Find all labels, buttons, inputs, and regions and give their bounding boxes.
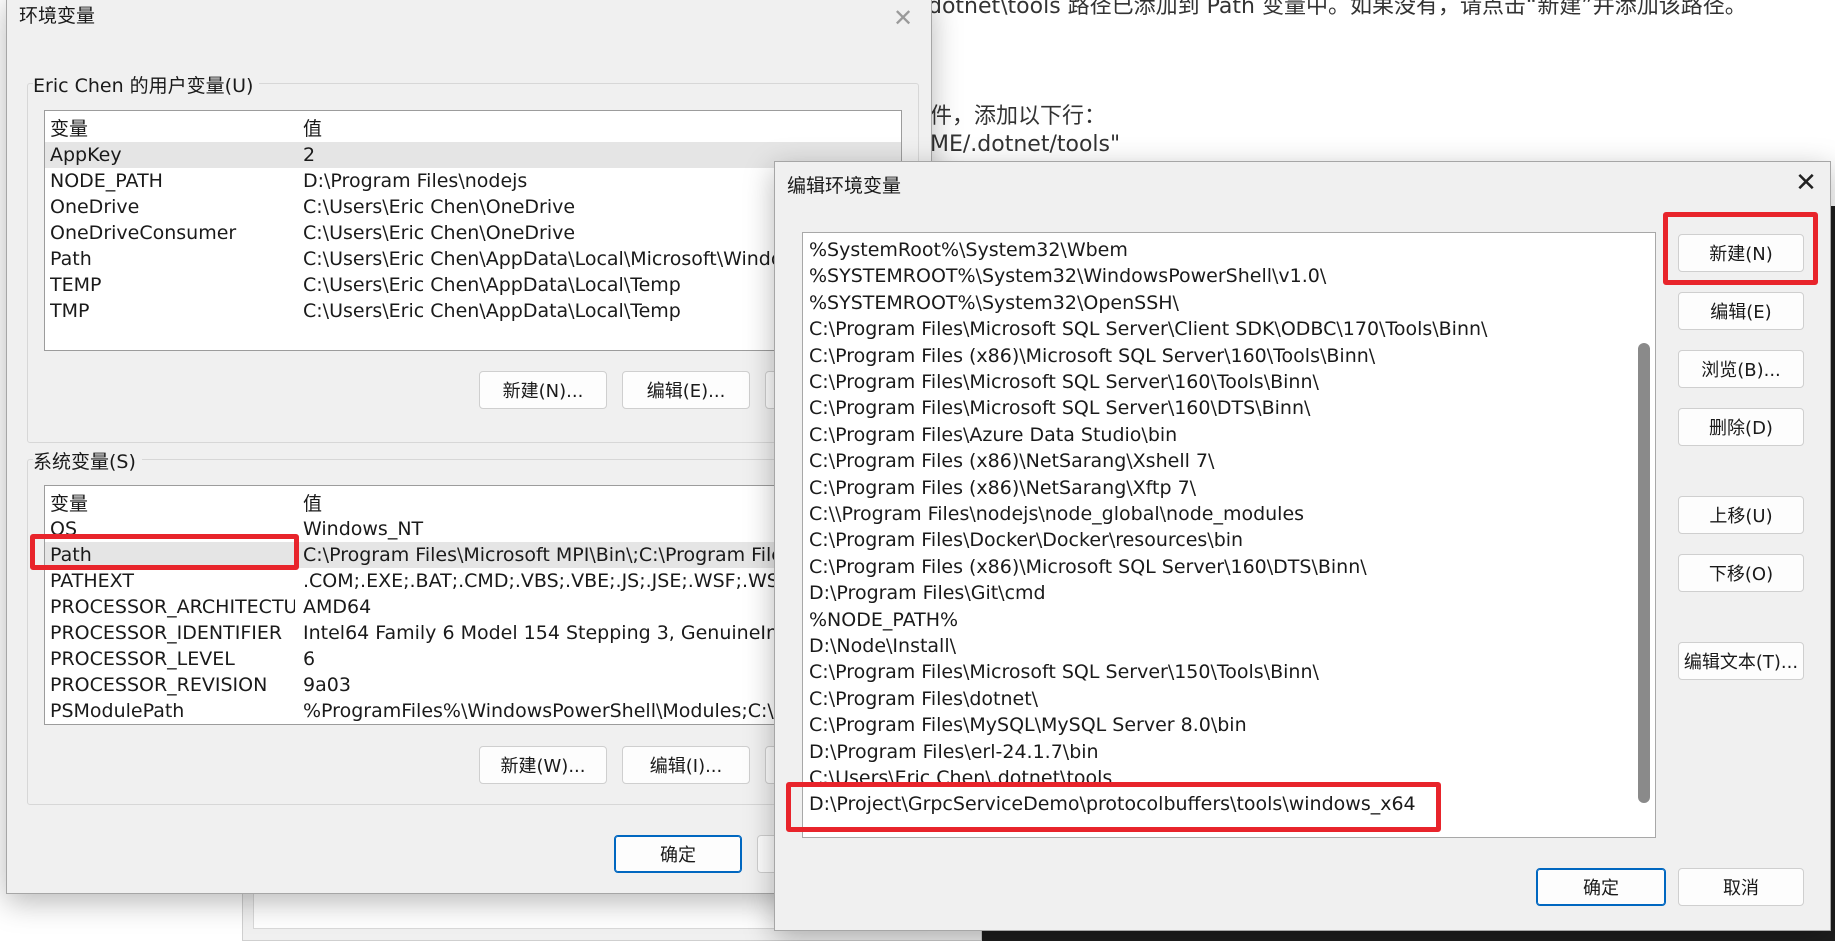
close-icon[interactable]: ✕ <box>1786 166 1826 200</box>
var-name: PSModulePath <box>50 700 185 722</box>
edit-ok-button[interactable]: 确定 <box>1536 868 1666 906</box>
edit-cancel-button[interactable]: 取消 <box>1678 868 1804 906</box>
list-item[interactable]: C:\Program Files\Microsoft SQL Server\15… <box>809 659 1319 685</box>
list-item[interactable]: C:\Program Files (x86)\NetSarang\Xshell … <box>809 448 1214 474</box>
scrollbar[interactable] <box>1633 233 1655 837</box>
list-item[interactable]: C:\Program Files\dotnet\ <box>809 686 1038 712</box>
column-header-value[interactable]: 值 <box>303 489 322 516</box>
table-row[interactable]: PSModulePath %ProgramFiles%\WindowsPower… <box>45 698 901 724</box>
browse-button[interactable]: 浏览(B)... <box>1678 350 1804 388</box>
column-header-variable[interactable]: 变量 <box>50 489 88 516</box>
list-item[interactable]: C:\Program Files\Microsoft SQL Server\Cl… <box>809 316 1487 342</box>
article-line-1: 5. dotnet\tools 路径已添加到 Path 变量中。如果没有，请点击… <box>900 0 1747 19</box>
var-name: Path <box>50 248 92 270</box>
column-header-variable[interactable]: 变量 <box>50 114 88 141</box>
var-name: PROCESSOR_REVISION <box>50 674 268 696</box>
list-item[interactable]: C:\\Program Files\nodejs\node_global\nod… <box>809 501 1304 527</box>
list-item[interactable]: C:\Program Files (x86)\Microsoft SQL Ser… <box>809 343 1375 369</box>
user-list-header: 变量 值 <box>45 111 901 141</box>
table-row[interactable]: PROCESSOR_ARCHITECTU... AMD64 <box>45 594 901 620</box>
edit-dialog-title: 编辑环境变量 <box>787 175 902 197</box>
table-row[interactable]: AppKey 2 <box>45 142 901 168</box>
close-icon[interactable]: ✕ <box>883 1 923 35</box>
table-row[interactable]: PROCESSOR_LEVEL 6 <box>45 646 901 672</box>
var-name: AppKey <box>50 144 122 166</box>
var-name: PROCESSOR_LEVEL <box>50 648 235 670</box>
env-ok-button[interactable]: 确定 <box>614 835 742 873</box>
delete-button[interactable]: 删除(D) <box>1678 408 1804 446</box>
path-list[interactable]: %SystemRoot%\System32\Wbem %SYSTEMROOT%\… <box>802 232 1656 838</box>
move-up-button[interactable]: 上移(U) <box>1678 496 1804 534</box>
list-item[interactable]: %NODE_PATH% <box>809 607 958 633</box>
article-line-2: 件，添加以下行： <box>930 104 1107 129</box>
table-row[interactable]: PROCESSOR_IDENTIFIER Intel64 Family 6 Mo… <box>45 620 901 646</box>
list-item[interactable]: %SystemRoot%\System32\Wbem <box>809 237 1128 263</box>
edit-text-button[interactable]: 编辑文本(T)... <box>1678 642 1804 680</box>
table-row[interactable]: TMP C:\Users\Eric Chen\AppData\Local\Tem… <box>45 298 901 324</box>
var-name: PROCESSOR_ARCHITECTU... <box>50 596 295 618</box>
list-item[interactable]: C:\Program Files\MySQL\MySQL Server 8.0\… <box>809 712 1247 738</box>
var-name: TEMP <box>50 274 102 296</box>
env-dialog-title: 环境变量 <box>19 5 96 27</box>
user-variables-label: Eric Chen 的用户变量(U) <box>33 71 260 98</box>
list-item[interactable]: D:\Program Files\Git\cmd <box>809 580 1046 606</box>
system-list-header: 变量 值 <box>45 486 901 516</box>
system-edit-button[interactable]: 编辑(I)... <box>622 746 750 784</box>
table-row[interactable]: OS Windows_NT <box>45 516 901 542</box>
var-name: PATHEXT <box>50 570 134 592</box>
list-item[interactable]: C:\Program Files (x86)\Microsoft SQL Ser… <box>809 554 1367 580</box>
list-item[interactable]: D:\Program Files\erl-24.1.7\bin <box>809 739 1099 765</box>
user-edit-button[interactable]: 编辑(E)... <box>622 371 750 409</box>
system-variables-label: 系统变量(S) <box>33 447 142 474</box>
table-row[interactable]: PROCESSOR_REVISION 9a03 <box>45 672 901 698</box>
table-row[interactable]: Path C:\Users\Eric Chen\AppData\Local\Mi… <box>45 246 901 272</box>
var-name: Path <box>50 544 92 566</box>
table-row[interactable]: OneDrive C:\Users\Eric Chen\OneDrive <box>45 194 901 220</box>
var-name: TMP <box>50 300 90 322</box>
column-header-value[interactable]: 值 <box>303 114 322 141</box>
list-item[interactable]: C:\Users\Eric Chen\.dotnet\tools <box>809 765 1112 791</box>
var-name: NODE_PATH <box>50 170 163 192</box>
list-item[interactable]: C:\Program Files\Microsoft SQL Server\16… <box>809 395 1310 421</box>
var-name: PROCESSOR_IDENTIFIER <box>50 622 283 644</box>
table-row[interactable]: OneDriveConsumer C:\Users\Eric Chen\OneD… <box>45 220 901 246</box>
table-row[interactable]: NODE_PATH D:\Program Files\nodejs <box>45 168 901 194</box>
list-item-new[interactable]: D:\Project\GrpcServiceDemo\protocolbuffe… <box>809 791 1416 817</box>
table-row[interactable]: TEMP C:\Users\Eric Chen\AppData\Local\Te… <box>45 272 901 298</box>
list-item[interactable]: D:\Node\Install\ <box>809 633 956 659</box>
list-item[interactable]: C:\Program Files\Microsoft SQL Server\16… <box>809 369 1319 395</box>
var-name: OneDriveConsumer <box>50 222 237 244</box>
list-item[interactable]: C:\Program Files (x86)\NetSarang\Xftp 7\ <box>809 475 1196 501</box>
list-item[interactable]: C:\Program Files\Docker\Docker\resources… <box>809 527 1243 553</box>
move-down-button[interactable]: 下移(O) <box>1678 554 1804 592</box>
table-row-selected[interactable]: Path C:\Program Files\Microsoft MPI\Bin\… <box>45 542 901 568</box>
article-line-3: ME/.dotnet/tools" <box>930 132 1121 157</box>
user-new-button[interactable]: 新建(N)... <box>479 371 607 409</box>
list-item[interactable]: C:\Program Files\Azure Data Studio\bin <box>809 422 1177 448</box>
var-name: OS <box>50 518 78 540</box>
edit-button[interactable]: 编辑(E) <box>1678 292 1804 330</box>
list-item[interactable]: %SYSTEMROOT%\System32\WindowsPowerShell\… <box>809 263 1326 289</box>
var-name: OneDrive <box>50 196 140 218</box>
list-item[interactable]: %SYSTEMROOT%\System32\OpenSSH\ <box>809 290 1179 316</box>
new-button[interactable]: 新建(N) <box>1678 234 1804 272</box>
system-new-button[interactable]: 新建(W)... <box>479 746 607 784</box>
edit-environment-variable-dialog: 编辑环境变量 ✕ %SystemRoot%\System32\Wbem %SYS… <box>774 161 1831 931</box>
scrollbar-thumb[interactable] <box>1638 343 1650 803</box>
table-row[interactable]: PATHEXT .COM;.EXE;.BAT;.CMD;.VBS;.VBE;.J… <box>45 568 901 594</box>
